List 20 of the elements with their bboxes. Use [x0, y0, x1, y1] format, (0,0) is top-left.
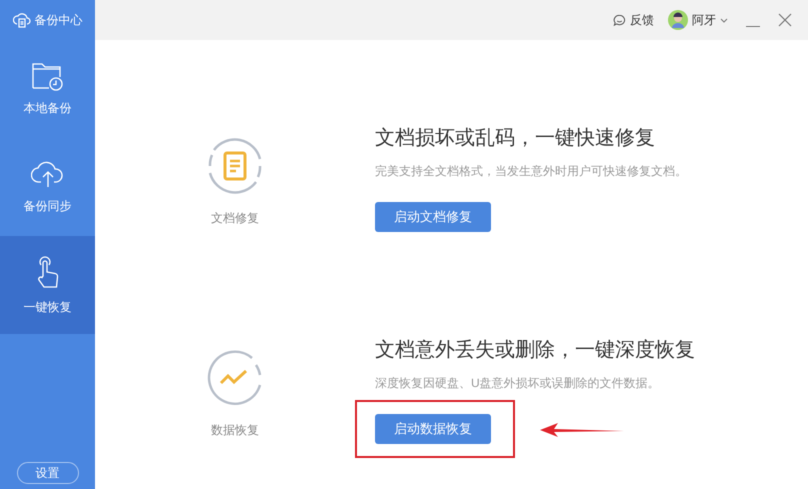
avatar-icon: [668, 10, 688, 30]
settings-button[interactable]: 设置: [16, 462, 78, 484]
section-title: 文档意外丢失或删除，一键深度恢复: [375, 338, 695, 363]
app-title: 备份中心: [34, 12, 82, 29]
chevron-down-icon: [720, 18, 728, 22]
sidebar-item[interactable]: 一键恢复: [0, 236, 95, 334]
start-button[interactable]: 启动文档修复: [375, 202, 491, 232]
feature-label: 文档修复: [211, 210, 259, 227]
feature-label: 数据恢复: [211, 422, 259, 439]
section-title: 文档损坏或乱码，一键快速修复: [375, 126, 656, 151]
section-description: 深度恢复因硬盘、U盘意外损坏或误删除的文件数据。: [375, 375, 661, 392]
feedback-button[interactable]: 反馈: [613, 11, 654, 29]
start-button[interactable]: 启动数据恢复: [375, 414, 491, 444]
section-description: 完美支持全文档格式，当发生意外时用户可快速修复文档。: [375, 163, 687, 180]
close-button[interactable]: [778, 13, 792, 27]
cloud-upload-icon: [30, 159, 64, 189]
chat-bubble-icon: [613, 14, 626, 26]
cloud-document-icon: [12, 11, 30, 29]
user-menu[interactable]: 阿牙: [668, 10, 728, 30]
folder-clock-icon: [32, 61, 64, 91]
